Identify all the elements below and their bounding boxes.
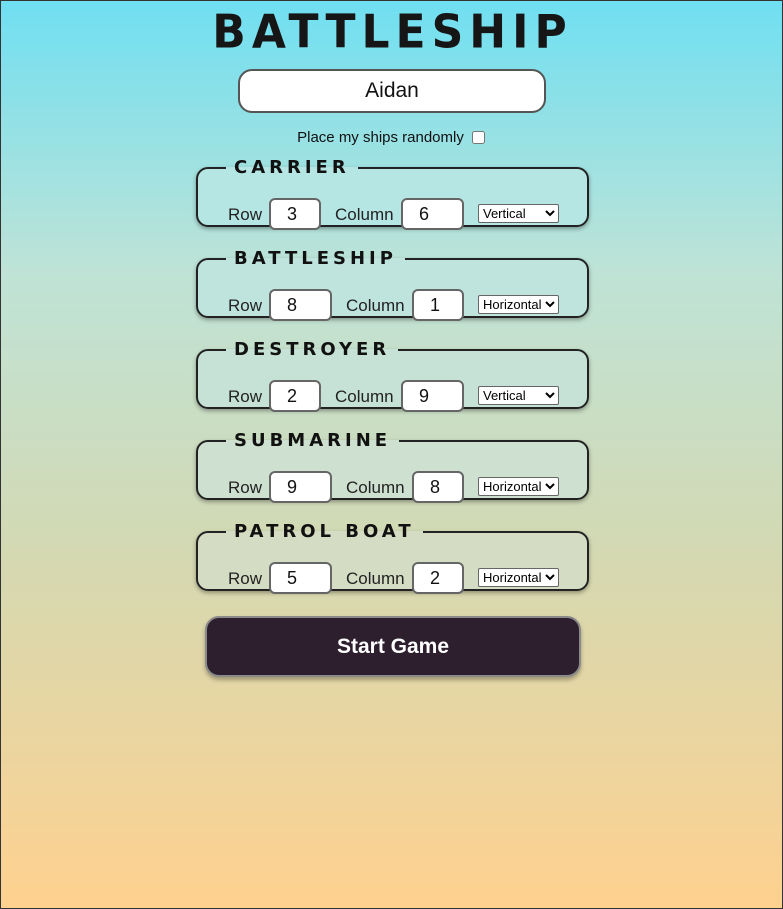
- random-placement-checkbox[interactable]: [471, 131, 485, 144]
- ship-patrol-boat: PATROL BOAT Row Column VerticalHorizonta…: [196, 521, 589, 594]
- row-input[interactable]: [269, 198, 321, 230]
- ship-battleship: BATTLESHIP Row Column VerticalHorizontal: [196, 248, 589, 321]
- page-title: BATTLESHIP: [212, 5, 573, 60]
- ship-name: CARRIER: [234, 157, 350, 178]
- ship-name: SUBMARINE: [234, 430, 392, 451]
- column-input[interactable]: [401, 198, 464, 230]
- ship-destroyer: DESTROYER Row Column VerticalHorizontal: [196, 339, 589, 412]
- orientation-select[interactable]: VerticalHorizontal: [478, 477, 559, 496]
- column-input[interactable]: [412, 471, 464, 503]
- column-input[interactable]: [401, 380, 464, 412]
- row-input[interactable]: [269, 562, 332, 594]
- row-input[interactable]: [269, 471, 332, 503]
- column-label: Column: [335, 205, 394, 224]
- orientation-select[interactable]: VerticalHorizontal: [478, 386, 559, 405]
- row-label: Row: [228, 478, 263, 497]
- random-placement-label: Place my ships randomly: [297, 129, 464, 146]
- ship-carrier: CARRIER Row Column VerticalHorizontal: [196, 157, 589, 230]
- column-label: Column: [335, 387, 394, 406]
- ship-name: DESTROYER: [234, 339, 391, 360]
- column-input[interactable]: [412, 562, 464, 594]
- column-input[interactable]: [412, 289, 464, 321]
- player-name-input[interactable]: [238, 69, 546, 113]
- random-placement-row: Place my ships randomly: [1, 128, 783, 147]
- start-game-button[interactable]: Start Game: [205, 616, 581, 677]
- column-label: Column: [346, 569, 405, 588]
- orientation-select[interactable]: VerticalHorizontal: [478, 568, 559, 587]
- column-label: Column: [346, 478, 405, 497]
- row-input[interactable]: [269, 380, 321, 412]
- column-label: Column: [346, 296, 405, 315]
- ship-name: PATROL BOAT: [234, 521, 415, 542]
- row-label: Row: [228, 569, 263, 588]
- row-label: Row: [228, 387, 263, 406]
- ship-submarine: SUBMARINE Row Column VerticalHorizontal: [196, 430, 589, 503]
- row-input[interactable]: [269, 289, 332, 321]
- orientation-select[interactable]: VerticalHorizontal: [478, 295, 559, 314]
- ship-name: BATTLESHIP: [234, 248, 397, 269]
- orientation-select[interactable]: VerticalHorizontal: [478, 204, 559, 223]
- row-label: Row: [228, 296, 263, 315]
- row-label: Row: [228, 205, 263, 224]
